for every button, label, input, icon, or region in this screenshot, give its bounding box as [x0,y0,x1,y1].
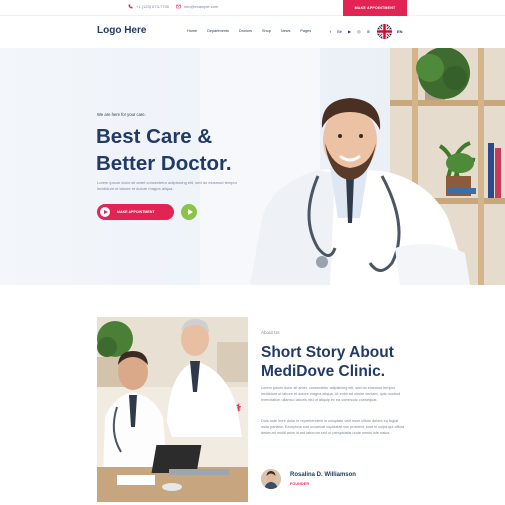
main-nav: Home Departments Doctors Shop News Pages [187,29,311,33]
youtube-icon[interactable]: ▶ [348,29,351,34]
nav-item-shop[interactable]: Shop [262,29,271,33]
hero-description: Lorem ipsum dolor sit amet consectetur a… [97,180,238,191]
site-logo[interactable]: Logo Here [97,25,146,36]
email-contact[interactable]: info@example.com [176,4,218,9]
hero-section: We are here for your care. Best Care & B… [0,48,505,285]
about-title: Short Story About MediDove Clinic. [261,343,394,381]
founder-role: FOUNDER [290,482,310,486]
nav-item-pages[interactable]: Pages [300,29,311,33]
avatar [261,469,281,489]
email-text: info@example.com [184,4,219,9]
pinterest-icon[interactable]: ⊛ [367,29,370,34]
main-header: Logo Here Home Departments Doctors Shop … [0,16,505,48]
about-paragraph-1: Lorem ipsum dolor sit amet, consectetur … [261,386,401,402]
language-selector[interactable]: EN [397,29,403,34]
about-eyebrow: About Us [261,330,280,335]
about-title-line-2: MediDove Clinic. [261,363,386,380]
about-paragraph-2: Duis aute irure dolor in reprehenderit i… [261,419,405,435]
arrow-icon [100,207,110,217]
hero-title-line-1: Best Care & [96,125,213,148]
hero-eyebrow: We are here for your care. [97,112,146,117]
caduceus-logo-icon: ⚕ [236,403,242,414]
about-title-line-1: Short Story About [261,344,394,361]
hero-title: Best Care & Better Doctor. [96,123,276,177]
uk-flag-icon[interactable] [377,24,392,39]
founder-name: Rosalina D. Williamson [290,472,356,478]
nav-item-home[interactable]: Home [187,29,197,33]
hero-title-line-2: Better Doctor. [96,152,232,175]
instagram-icon[interactable]: ◎ [357,29,361,34]
top-bar: +1 (123) 673-7700 info@example.com MAKE … [0,0,505,16]
nav-item-doctors[interactable]: Doctors [239,29,252,33]
top-appointment-button[interactable]: MAKE APPOINTMENT [343,0,407,16]
play-video-icon[interactable] [181,204,197,220]
about-doctors-photo [97,317,248,502]
envelope-icon [176,4,181,9]
behance-icon[interactable]: Bē [337,29,342,34]
phone-contact[interactable]: +1 (123) 673-7700 [128,4,169,9]
hero-appointment-label: MAKE APPOINTMENT [117,210,155,214]
hero-appointment-button[interactable]: MAKE APPOINTMENT [97,204,174,220]
nav-item-news[interactable]: News [281,29,291,33]
facebook-icon[interactable]: f [330,29,331,34]
phone-text: +1 (123) 673-7700 [136,4,170,9]
phone-icon [128,4,133,9]
nav-item-departments[interactable]: Departments [207,29,229,33]
social-links: f Bē ▶ ◎ ⊛ [330,29,370,34]
